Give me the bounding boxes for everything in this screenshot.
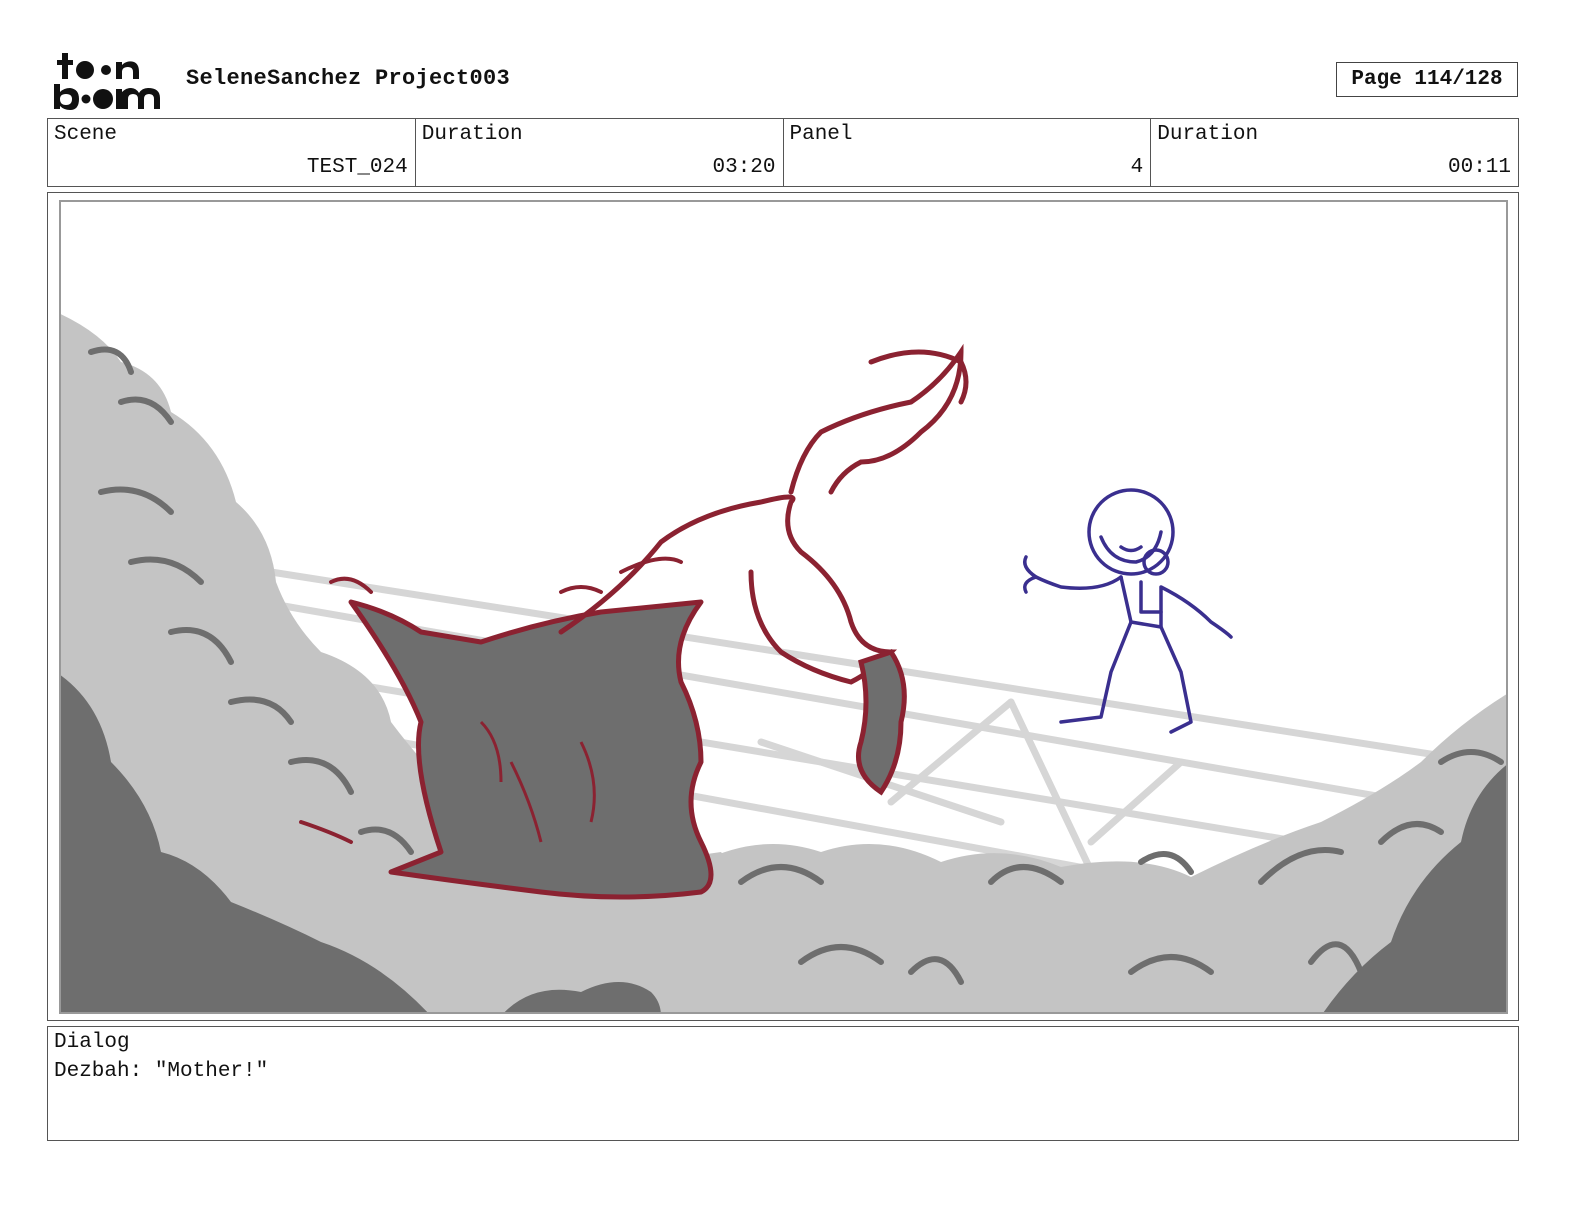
scene-value: TEST_024 (306, 156, 408, 179)
panel-info-row: Scene TEST_024 Duration 03:20 Panel 4 Du… (47, 118, 1519, 187)
panel-duration-cell: Duration 00:11 (1151, 119, 1518, 186)
page-indicator: Page 114/128 (1336, 62, 1518, 97)
dialog-label: Dialog (54, 1031, 130, 1054)
toon-boom-logo (54, 53, 160, 110)
dialog-box: Dialog Dezbah: "Mother!" (47, 1026, 1519, 1141)
scene-cell: Scene TEST_024 (48, 119, 416, 186)
panel-cell: Panel 4 (784, 119, 1152, 186)
panel-value: 4 (1130, 156, 1144, 179)
panel-label: Panel (789, 123, 853, 146)
storyboard-sketch (61, 314, 1506, 1012)
project-title: SeleneSanchez Project003 (186, 66, 511, 91)
panel-duration-label: Duration (1157, 123, 1259, 146)
storyboard-panel-image (59, 200, 1508, 1014)
scene-duration-value: 03:20 (712, 156, 776, 179)
scene-duration-label: Duration (421, 123, 523, 146)
panel-duration-value: 00:11 (1447, 156, 1511, 179)
dialog-text: Dezbah: "Mother!" (54, 1060, 269, 1083)
scene-duration-cell: Duration 03:20 (416, 119, 784, 186)
scene-label: Scene (54, 123, 118, 146)
